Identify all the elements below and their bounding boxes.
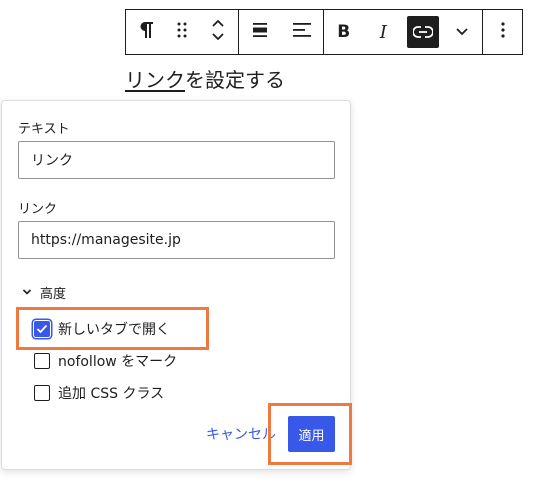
block-toolbar: B I <box>125 9 523 55</box>
toolbar-group-block <box>126 10 239 54</box>
pilcrow-icon <box>138 21 154 44</box>
open-new-tab-checkbox[interactable] <box>34 321 50 337</box>
link-url-input[interactable]: https://managesite.jp <box>18 221 335 259</box>
bold-button[interactable]: B <box>327 10 361 54</box>
more-vertical-icon <box>500 21 505 43</box>
drag-handle-button[interactable] <box>165 10 199 54</box>
text-align-button[interactable] <box>285 10 319 54</box>
advanced-label: 高度 <box>40 287 67 302</box>
advanced-toggle[interactable]: 高度 <box>22 283 66 302</box>
align-center-icon <box>252 22 268 43</box>
apply-button[interactable]: 適用 <box>288 416 335 452</box>
paragraph-rest-text: を設定する <box>185 68 285 92</box>
text-input[interactable]: リンク <box>18 141 335 179</box>
text-field-label: テキスト <box>18 122 70 137</box>
toolbar-group-format: B I <box>324 10 483 54</box>
link-icon <box>406 16 439 48</box>
bold-label: B <box>337 22 351 42</box>
open-new-tab-label: 新しいタブで開く <box>58 322 170 338</box>
css-class-option[interactable]: 追加 CSS クラス <box>34 383 164 403</box>
paragraph-block-button[interactable] <box>129 10 163 54</box>
cancel-button[interactable]: キャンセル <box>206 424 276 444</box>
chevron-down-icon <box>455 22 469 42</box>
nofollow-label: nofollow をマーク <box>58 354 178 370</box>
italic-label: I <box>379 21 387 43</box>
paragraph-text[interactable]: リンクを設定する <box>125 64 285 93</box>
css-class-label: 追加 CSS クラス <box>58 386 165 402</box>
chevron-up-down-icon <box>211 18 225 47</box>
options-button[interactable] <box>486 10 520 54</box>
more-formats-button[interactable] <box>445 10 479 54</box>
checkmark-icon <box>36 324 48 334</box>
nofollow-checkbox[interactable] <box>34 353 50 369</box>
drag-handle-icon <box>177 22 187 43</box>
css-class-checkbox[interactable] <box>34 385 50 401</box>
link-field-label: リンク <box>18 202 58 217</box>
link-settings-popover: テキスト リンク リンク https://managesite.jp 高度 新し… <box>1 100 351 470</box>
align-left-icon <box>293 22 311 42</box>
chevron-down-icon <box>22 285 32 300</box>
nofollow-option[interactable]: nofollow をマーク <box>34 351 177 371</box>
align-button[interactable] <box>243 10 277 54</box>
open-new-tab-option[interactable]: 新しいタブで開く <box>34 319 170 339</box>
link-button[interactable] <box>406 10 440 54</box>
link-text[interactable]: リンク <box>125 68 185 92</box>
toolbar-group-align <box>239 10 324 54</box>
italic-button[interactable]: I <box>366 10 400 54</box>
move-up-down-button[interactable] <box>201 10 235 54</box>
toolbar-group-options <box>483 10 522 54</box>
